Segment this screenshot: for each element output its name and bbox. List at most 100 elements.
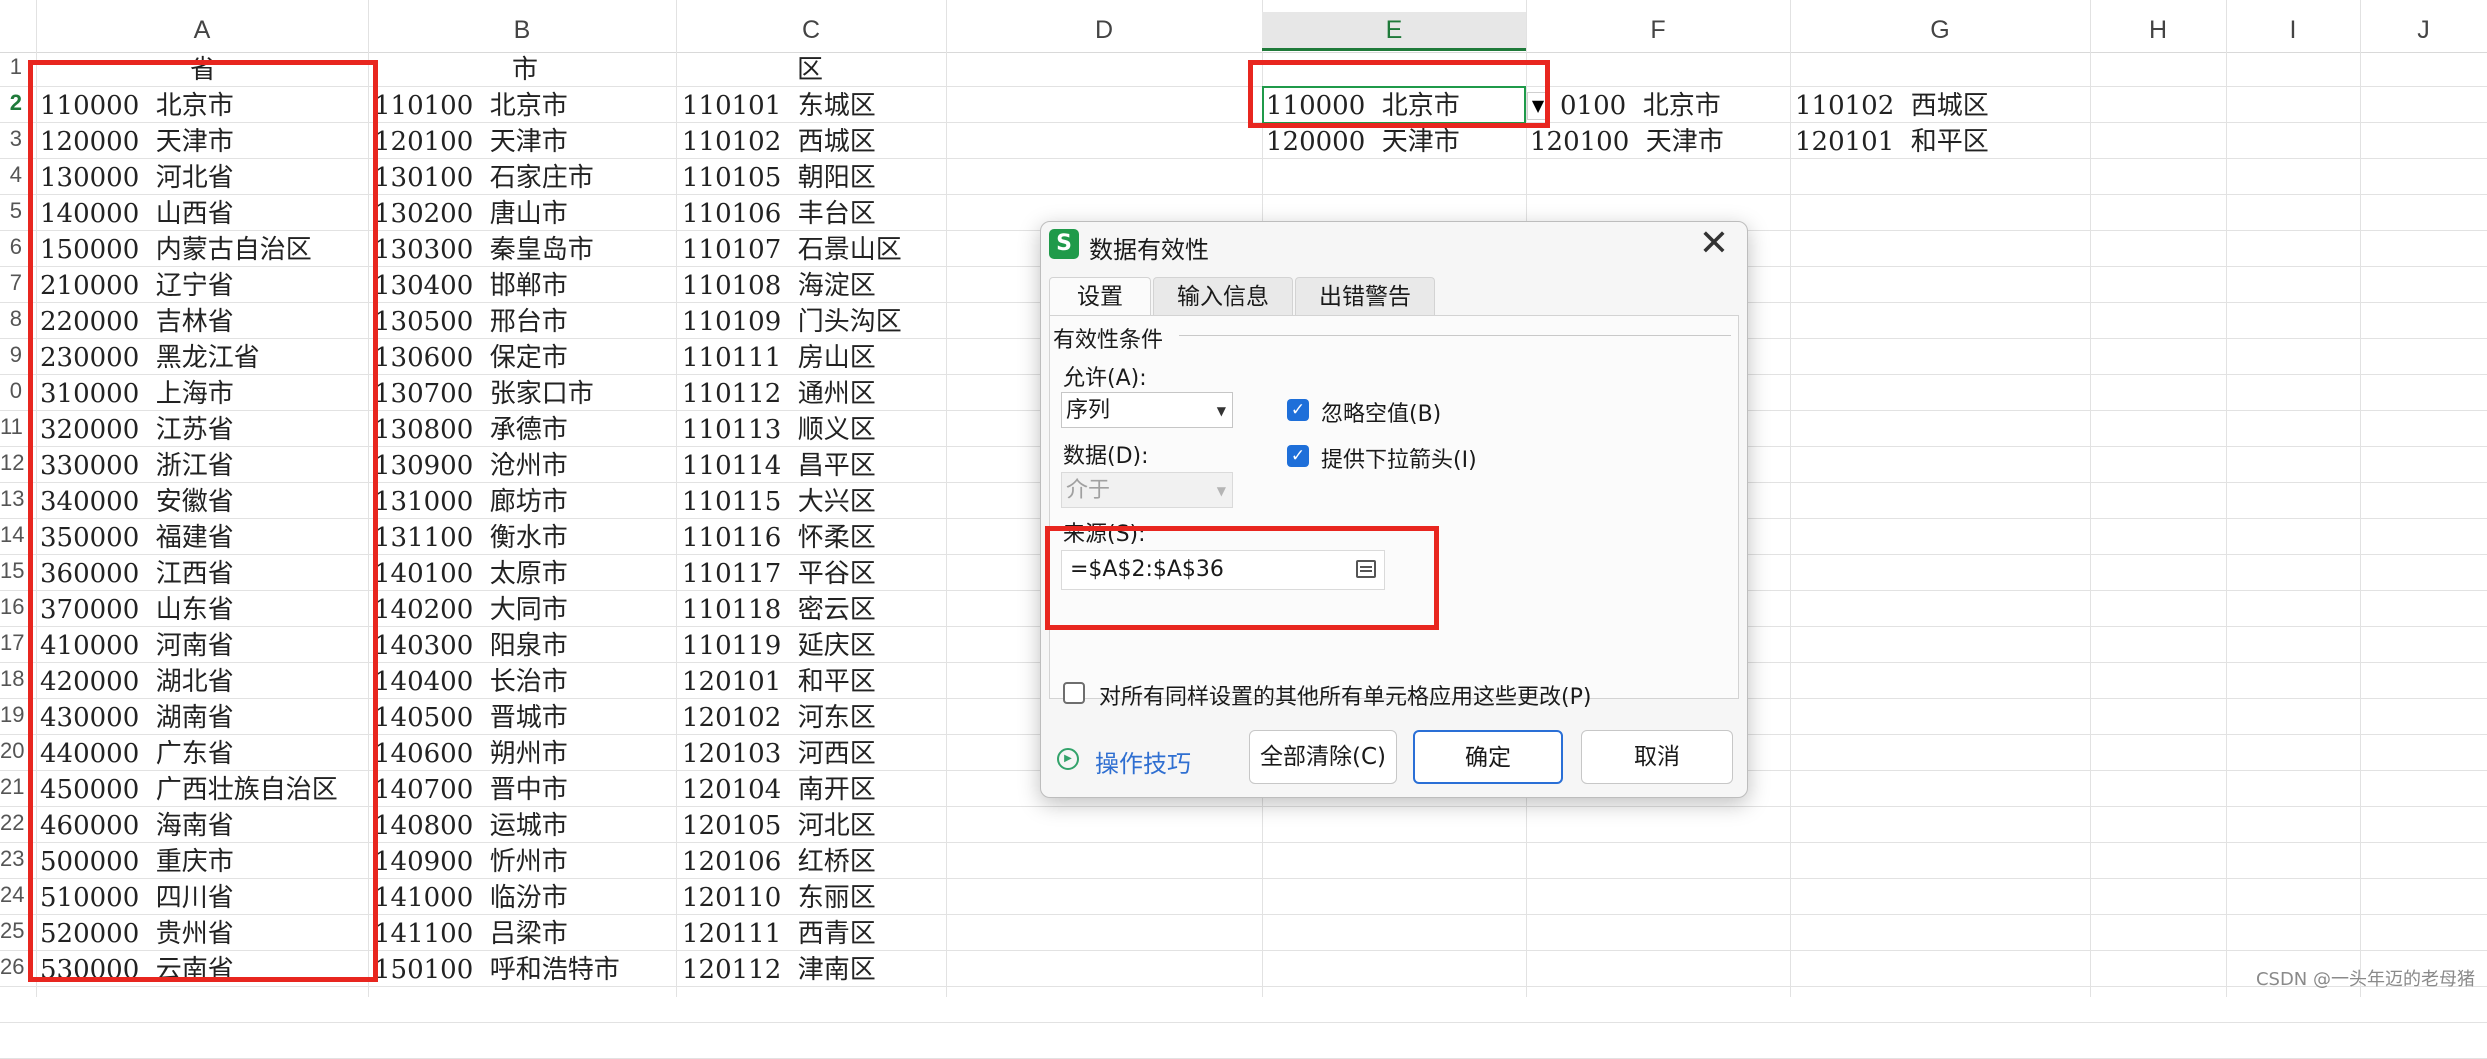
cell-b9[interactable]: 130600 保定市 [374,340,568,376]
row-number[interactable]: 15 [0,558,24,584]
cell-c11[interactable]: 110113 顺义区 [682,412,876,448]
cell-c24[interactable]: 120110 东丽区 [682,880,876,916]
cell-b16[interactable]: 140200 大同市 [374,592,568,628]
cell-b14[interactable]: 131100 衡水市 [374,520,568,556]
cell-f3[interactable]: 120100 天津市 [1530,124,1724,160]
row-number[interactable]: 7 [0,270,22,296]
ok-button[interactable]: 确定 [1413,730,1563,784]
close-icon[interactable]: ✕ [1699,224,1729,264]
tab-error-alert[interactable]: 出错警告 [1295,277,1435,316]
cell-c6[interactable]: 110107 石景山区 [682,232,902,268]
cell-c19[interactable]: 120102 河东区 [682,700,876,736]
cell-c9[interactable]: 110111 房山区 [682,340,876,376]
cell-b10[interactable]: 130700 张家口市 [374,376,594,412]
column-header-e[interactable]: E [1262,12,1526,51]
column-header-j[interactable]: J [2360,12,2487,48]
column-header-f[interactable]: F [1526,12,1790,48]
cell-c10[interactable]: 110112 通州区 [682,376,876,412]
cell-c26[interactable]: 120112 津南区 [682,952,876,988]
cell-c7[interactable]: 110108 海淀区 [682,268,876,304]
cell-c3[interactable]: 110102 西城区 [682,124,876,160]
cell-c23[interactable]: 120106 红桥区 [682,844,876,880]
tab-input-message[interactable]: 输入信息 [1153,277,1293,316]
cell-b1[interactable]: 市 [512,52,538,88]
cell-b19[interactable]: 140500 晋城市 [374,700,568,736]
row-number[interactable]: 22 [0,810,24,836]
row-number[interactable]: 18 [0,666,24,692]
cell-c25[interactable]: 120111 西青区 [682,916,876,952]
cell-c12[interactable]: 110114 昌平区 [682,448,876,484]
column-header-g[interactable]: G [1790,12,2090,48]
column-header-i[interactable]: I [2226,12,2360,48]
row-number[interactable]: 6 [0,234,22,260]
cell-e3[interactable]: 120000 天津市 [1266,124,1460,160]
dialog-title-bar[interactable]: S 数据有效性 ✕ [1041,222,1747,274]
column-header-h[interactable]: H [2090,12,2226,48]
cell-c13[interactable]: 110115 大兴区 [682,484,876,520]
row-number[interactable]: 26 [0,954,24,980]
cell-b12[interactable]: 130900 沧州市 [374,448,568,484]
cell-b26[interactable]: 150100 呼和浩特市 [374,952,620,988]
row-number[interactable]: 14 [0,522,24,548]
tips-link[interactable]: 操作技巧 [1095,744,1191,779]
column-header-a[interactable]: A [36,12,368,48]
cell-c15[interactable]: 110117 平谷区 [682,556,876,592]
row-number[interactable]: 24 [0,882,24,908]
row-number[interactable]: 25 [0,918,24,944]
row-number[interactable]: 16 [0,594,24,620]
row-number[interactable]: 12 [0,450,24,476]
cell-c2[interactable]: 110101 东城区 [682,88,876,124]
cell-b13[interactable]: 131000 廊坊市 [374,484,568,520]
row-number[interactable]: 23 [0,846,24,872]
cell-c17[interactable]: 110119 延庆区 [682,628,876,664]
cell-b25[interactable]: 141100 吕梁市 [374,916,568,952]
cell-b22[interactable]: 140800 运城市 [374,808,568,844]
cancel-button[interactable]: 取消 [1581,730,1733,784]
cell-c22[interactable]: 120105 河北区 [682,808,876,844]
row-number[interactable]: 0 [0,378,22,404]
cell-c8[interactable]: 110109 门头沟区 [682,304,902,340]
cell-b17[interactable]: 140300 阳泉市 [374,628,568,664]
ignore-blank-checkbox[interactable]: ✓ [1287,399,1309,421]
cell-b18[interactable]: 140400 长治市 [374,664,568,700]
cell-b6[interactable]: 130300 秦皇岛市 [374,232,594,268]
cell-c21[interactable]: 120104 南开区 [682,772,876,808]
cell-c16[interactable]: 110118 密云区 [682,592,876,628]
row-number[interactable]: 5 [0,198,22,224]
cell-c5[interactable]: 110106 丰台区 [682,196,876,232]
clear-all-button[interactable]: 全部清除(C) [1249,730,1397,784]
row-number[interactable]: 11 [0,414,23,440]
cell-b23[interactable]: 140900 忻州市 [374,844,568,880]
column-header-c[interactable]: C [676,12,946,48]
row-number[interactable]: 21 [0,774,24,800]
row-number[interactable]: 3 [0,126,22,152]
cell-c4[interactable]: 110105 朝阳区 [682,160,876,196]
column-header-b[interactable]: B [368,12,676,48]
cell-g2[interactable]: 110102 西城区 [1795,88,1989,124]
cell-b21[interactable]: 140700 晋中市 [374,772,568,808]
cell-b2[interactable]: 110100 北京市 [374,88,568,124]
allow-select[interactable]: 序列 ▼ [1061,392,1233,428]
in-cell-dropdown-checkbox[interactable]: ✓ [1287,445,1309,467]
cell-b20[interactable]: 140600 朔州市 [374,736,568,772]
cell-b24[interactable]: 141000 临汾市 [374,880,568,916]
row-number[interactable]: 1 [0,54,22,80]
cell-b3[interactable]: 120100 天津市 [374,124,568,160]
row-number[interactable]: 17 [0,630,24,656]
row-number[interactable]: 9 [0,342,22,368]
play-circle-icon[interactable]: ▶ [1057,748,1079,770]
cell-g3[interactable]: 120101 和平区 [1795,124,1989,160]
cell-c20[interactable]: 120103 河西区 [682,736,876,772]
cell-c14[interactable]: 110116 怀柔区 [682,520,876,556]
tab-settings[interactable]: 设置 [1049,277,1151,316]
row-number[interactable]: 8 [0,306,22,332]
cell-b11[interactable]: 130800 承德市 [374,412,568,448]
apply-all-checkbox[interactable] [1063,682,1085,704]
cell-b5[interactable]: 130200 唐山市 [374,196,568,232]
row-number[interactable]: 20 [0,738,24,764]
cell-c18[interactable]: 120101 和平区 [682,664,876,700]
column-header-d[interactable]: D [946,12,1262,48]
cell-b15[interactable]: 140100 太原市 [374,556,568,592]
cell-f2[interactable]: 0100 北京市 [1560,88,1721,124]
row-number[interactable]: 13 [0,486,24,512]
